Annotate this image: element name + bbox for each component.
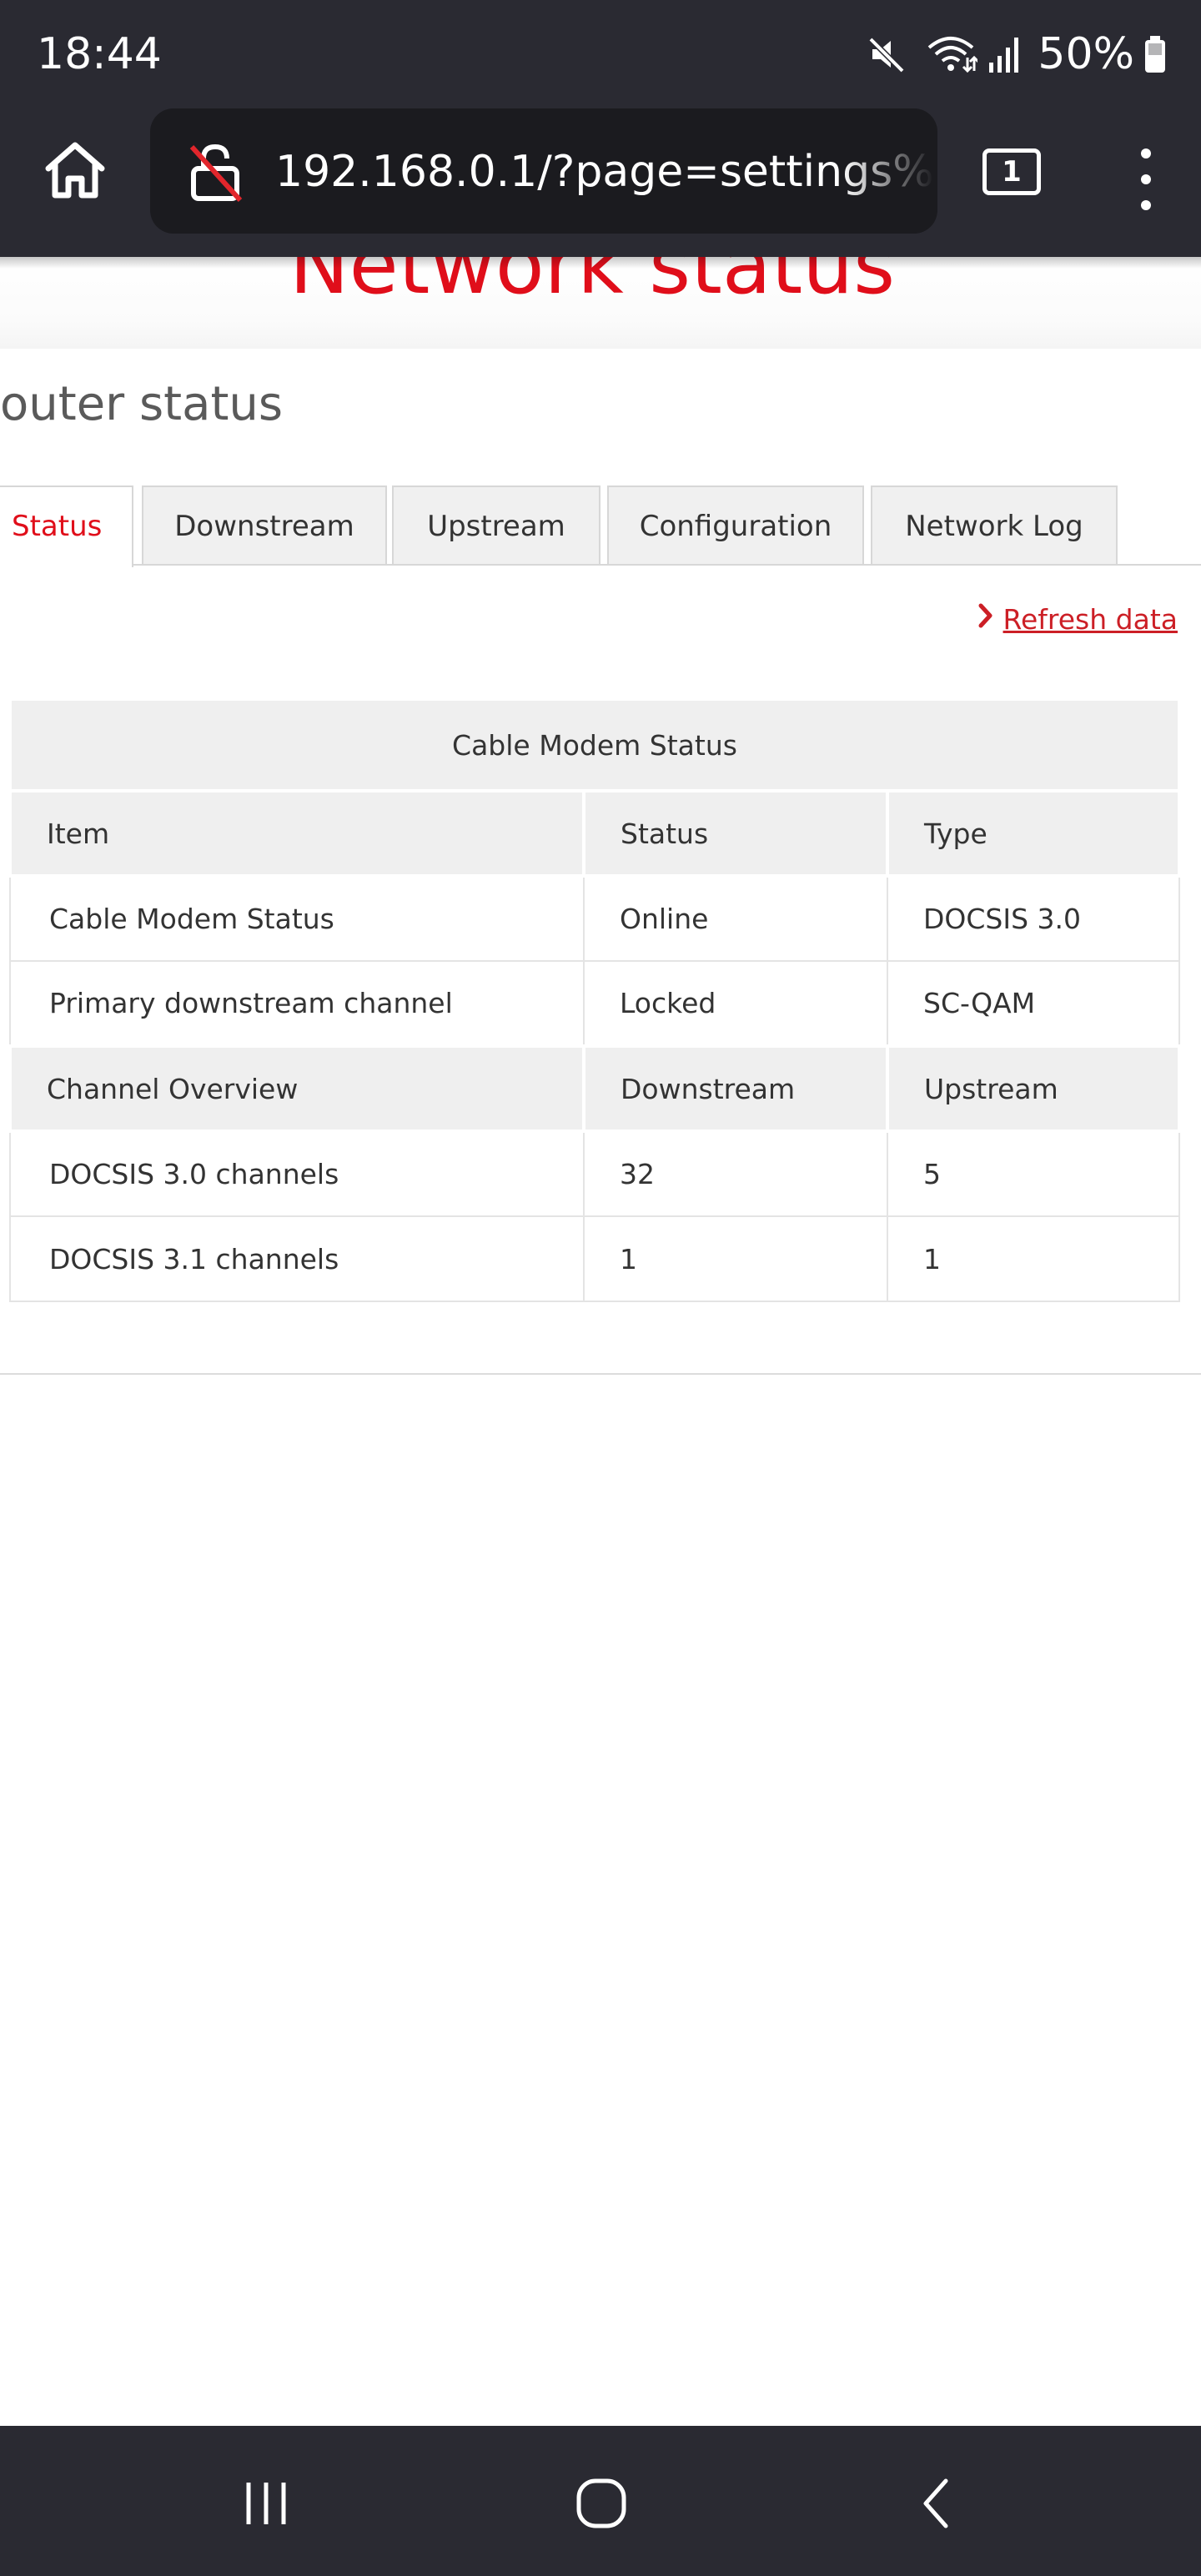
home-icon (42, 137, 108, 207)
cell-item: DOCSIS 3.0 channels (9, 1130, 585, 1217)
insecure-lock-icon[interactable] (183, 140, 247, 204)
cell-type: DOCSIS 3.0 (887, 875, 1180, 962)
url-text[interactable]: 192.168.0.1/?page=settings%2F (275, 140, 934, 204)
signal-icon (987, 33, 1021, 76)
header-type: Type (886, 789, 1181, 878)
tab-status[interactable]: Status (0, 486, 133, 567)
recent-apps-icon (237, 2474, 295, 2536)
battery-icon (1143, 33, 1168, 76)
refresh-data-label[interactable]: Refresh data (1003, 603, 1178, 636)
tab-downstream[interactable]: Downstream (142, 486, 387, 566)
content-divider (0, 1373, 1201, 1375)
cell-downstream: 1 (583, 1215, 888, 1302)
header-status: Status (582, 789, 889, 878)
cell-type: SC-QAM (887, 960, 1180, 1047)
status-time: 18:44 (37, 29, 162, 79)
page-header: Network status (0, 257, 1201, 349)
home-button[interactable] (37, 133, 113, 210)
subheader-downstream: Downstream (582, 1044, 889, 1133)
home-nav-button[interactable] (564, 2468, 639, 2543)
tab-network-log[interactable]: Network Log (871, 486, 1118, 566)
table-header-row: Item Status Type (8, 789, 1181, 878)
cell-downstream: 32 (583, 1130, 888, 1217)
cell-status: Online (583, 875, 888, 962)
back-icon (907, 2474, 966, 2536)
tab-divider (0, 564, 1201, 566)
table-row: DOCSIS 3.1 channels 1 1 (9, 1215, 1180, 1302)
recent-apps-button[interactable] (229, 2468, 304, 2543)
table-row: Primary downstream channel Locked SC-QAM (9, 960, 1180, 1047)
url-bar[interactable]: 192.168.0.1/?page=settings%2F (150, 108, 937, 234)
subheader-channel-overview: Channel Overview (8, 1044, 585, 1133)
refresh-data-link[interactable]: Refresh data (977, 596, 1178, 642)
table-caption: Cable Modem Status (8, 697, 1181, 792)
tab-configuration[interactable]: Configuration (607, 486, 864, 566)
browser-toolbar: 192.168.0.1/?page=settings%2F 1 (0, 108, 1201, 257)
section-heading: outer status (0, 377, 284, 431)
cell-upstream: 5 (887, 1130, 1180, 1217)
cell-item: Primary downstream channel (9, 960, 585, 1047)
cell-status: Locked (583, 960, 888, 1047)
cable-modem-status-table: Cable Modem Status Item Status Type Cabl… (8, 697, 1181, 1302)
more-menu-icon (1123, 148, 1169, 220)
status-bar: 18:44 50% (0, 0, 1201, 108)
subheader-upstream: Upstream (886, 1044, 1181, 1133)
cell-item: DOCSIS 3.1 channels (9, 1215, 585, 1302)
status-icons: 50% (866, 25, 1168, 83)
tab-upstream[interactable]: Upstream (392, 486, 600, 566)
table-row: DOCSIS 3.0 channels 32 5 (9, 1130, 1180, 1217)
tab-bar: Status Downstream Upstream Configuration… (0, 486, 1201, 567)
home-circle-icon (572, 2474, 631, 2536)
battery-percent: 50% (1038, 29, 1134, 79)
wifi-icon (926, 33, 978, 76)
more-menu-button[interactable] (1123, 142, 1169, 217)
table-row: Cable Modem Status Online DOCSIS 3.0 (9, 875, 1180, 962)
system-nav-bar (0, 2426, 1201, 2576)
back-button[interactable] (899, 2468, 974, 2543)
cell-item: Cable Modem Status (9, 875, 585, 962)
mute-icon (866, 33, 909, 76)
table-subheader-row: Channel Overview Downstream Upstream (8, 1044, 1181, 1133)
tab-switcher-button[interactable]: 1 (982, 148, 1041, 195)
cell-upstream: 1 (887, 1215, 1180, 1302)
toolbar-shadow (0, 257, 1201, 269)
header-item: Item (8, 789, 585, 878)
chevron-right-icon (977, 601, 995, 636)
